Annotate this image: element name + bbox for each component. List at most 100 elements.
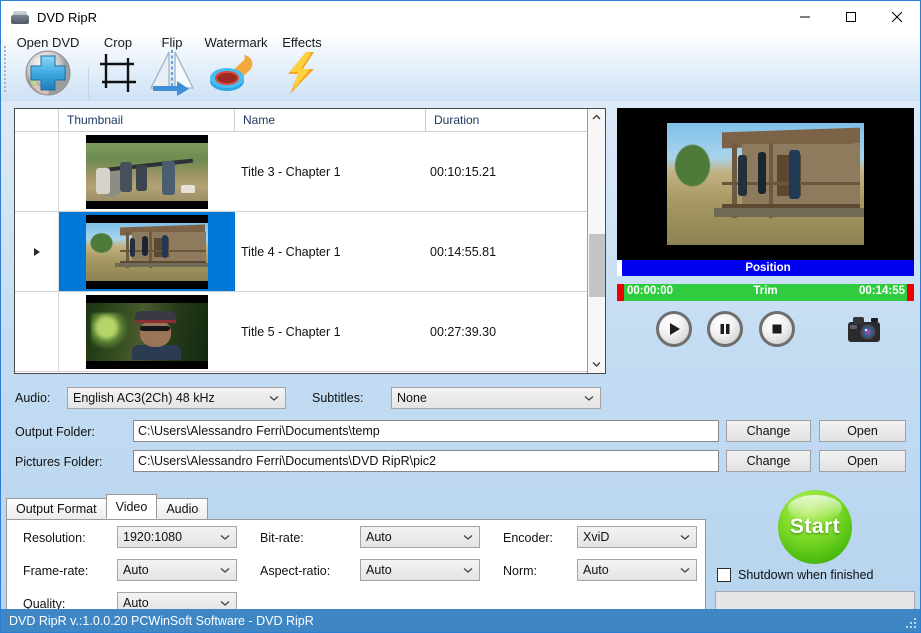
column-header-duration[interactable]: Duration xyxy=(426,109,589,131)
maximize-button[interactable] xyxy=(828,1,874,33)
window-controls xyxy=(782,1,920,33)
toolbar-grip[interactable] xyxy=(4,44,8,92)
row-thumbnail-cell xyxy=(59,212,235,291)
tab-video[interactable]: Video xyxy=(105,494,158,519)
row-marker-cell xyxy=(15,292,59,371)
scroll-down-button[interactable] xyxy=(588,356,605,373)
row-thumbnail-cell xyxy=(59,292,235,371)
pause-icon xyxy=(720,324,730,334)
title-bar: DVD RipR xyxy=(1,1,920,34)
tab-output-format[interactable]: Output Format xyxy=(6,498,107,519)
table-row[interactable]: Title 4 - Chapter 1 00:14:55.81 xyxy=(15,212,605,292)
position-slider[interactable]: Position xyxy=(617,260,914,276)
lightning-bolt-icon xyxy=(288,52,314,94)
scroll-up-button[interactable] xyxy=(588,109,605,126)
start-button[interactable]: Start xyxy=(778,490,852,564)
encoder-select[interactable]: XviD xyxy=(577,526,697,548)
pause-button[interactable] xyxy=(707,311,743,347)
chevron-down-icon xyxy=(592,362,601,367)
scrollbar-thumb[interactable] xyxy=(589,234,605,297)
column-header-thumbnail[interactable]: Thumbnail xyxy=(59,109,235,131)
toolbar-watermark[interactable]: Watermark xyxy=(199,34,273,101)
resize-grip-icon[interactable] xyxy=(904,616,916,628)
column-header-marker[interactable] xyxy=(15,109,59,131)
position-slider-label: Position xyxy=(622,260,914,276)
trim-end-time: 00:14:55 xyxy=(858,285,905,297)
play-button[interactable] xyxy=(656,311,692,347)
row-marker-cell xyxy=(15,132,59,211)
table-row[interactable]: Title 3 - Chapter 1 00:10:15.21 xyxy=(15,132,605,212)
stop-button[interactable] xyxy=(759,311,795,347)
tab-audio[interactable]: Audio xyxy=(156,498,209,519)
frame-rate-select[interactable]: Auto xyxy=(117,559,237,581)
window-title: DVD RipR xyxy=(37,10,97,25)
video-preview[interactable] xyxy=(617,108,914,260)
pictures-folder-input[interactable]: C:\Users\Alessandro Ferri\Documents\DVD … xyxy=(133,450,719,472)
toolbar-open-dvd[interactable]: Open DVD xyxy=(9,34,87,101)
crop-icon xyxy=(100,54,136,92)
quality-select-value: Auto xyxy=(123,596,149,610)
resolution-select[interactable]: 1920:1080 xyxy=(117,526,237,548)
chevron-up-icon xyxy=(592,114,601,120)
settings-tabs: Output Format Video Audio xyxy=(6,494,706,519)
table-row[interactable]: Title 5 - Chapter 1 00:27:39.30 xyxy=(15,292,605,372)
audio-select[interactable]: English AC3(2Ch) 48 kHz xyxy=(67,387,286,409)
minimize-button[interactable] xyxy=(782,1,828,33)
dvd-plus-icon xyxy=(25,50,71,96)
norm-select-value: Auto xyxy=(583,563,609,577)
shutdown-label: Shutdown when finished xyxy=(738,568,874,582)
status-bar: DVD RipR v.:1.0.0.20 PCWinSoft Software … xyxy=(1,609,920,632)
list-scrollbar[interactable] xyxy=(587,109,605,373)
row-duration: 00:27:39.30 xyxy=(430,324,497,339)
audio-label: Audio: xyxy=(15,391,51,405)
current-row-arrow-icon xyxy=(33,247,40,256)
flip-icon xyxy=(149,50,195,96)
status-bar-text: DVD RipR v.:1.0.0.20 PCWinSoft Software … xyxy=(9,613,314,628)
shutdown-checkbox[interactable] xyxy=(717,568,731,582)
output-folder-open-button[interactable]: Open xyxy=(819,420,906,442)
toolbar-effects[interactable]: Effects xyxy=(276,34,328,101)
start-button-label: Start xyxy=(789,515,841,538)
bit-rate-select[interactable]: Auto xyxy=(360,526,480,548)
audio-select-value: English AC3(2Ch) 48 kHz xyxy=(73,391,215,405)
aspect-ratio-select[interactable]: Auto xyxy=(360,559,480,581)
action-panel: Start Shutdown when finished xyxy=(712,490,920,611)
snapshot-button[interactable] xyxy=(844,313,884,345)
pictures-folder-open-button[interactable]: Open xyxy=(819,450,906,472)
close-button[interactable] xyxy=(874,1,920,33)
toolbar-flip[interactable]: Flip xyxy=(147,34,197,101)
norm-select[interactable]: Auto xyxy=(577,559,697,581)
shutdown-option[interactable]: Shutdown when finished xyxy=(717,568,874,582)
chevron-down-icon xyxy=(584,391,594,405)
camera-icon xyxy=(848,317,880,342)
video-settings-panel: Resolution: 1920:1080 Frame-rate: Auto Q… xyxy=(6,519,706,614)
chevron-down-icon xyxy=(680,530,690,544)
maximize-icon xyxy=(846,12,856,22)
encoder-select-value: XviD xyxy=(583,530,610,544)
toolbar-flip-label: Flip xyxy=(161,35,183,50)
pictures-folder-label: Pictures Folder: xyxy=(15,455,103,469)
resolution-label: Resolution: xyxy=(23,531,86,545)
subtitles-select[interactable]: None xyxy=(391,387,601,409)
minimize-icon xyxy=(800,16,810,18)
chevron-down-icon xyxy=(220,596,230,610)
preview-frame-image xyxy=(667,123,864,245)
toolbar: Open DVD Crop Flip Watermark Effects xyxy=(1,34,920,101)
subtitles-label: Subtitles: xyxy=(312,391,364,405)
close-icon xyxy=(891,11,903,23)
dvd-drive-icon xyxy=(11,10,29,25)
output-folder-label: Output Folder: xyxy=(15,425,95,439)
resolution-select-value: 1920:1080 xyxy=(123,530,183,544)
progress-bar xyxy=(715,591,915,611)
output-folder-input[interactable]: C:\Users\Alessandro Ferri\Documents\temp xyxy=(133,420,719,442)
pictures-folder-change-button[interactable]: Change xyxy=(726,450,811,472)
trim-slider[interactable]: 00:00:00 Trim 00:14:55 xyxy=(617,284,914,301)
column-header-name[interactable]: Name xyxy=(235,109,426,131)
chevron-down-icon xyxy=(220,530,230,544)
output-folder-change-button[interactable]: Change xyxy=(726,420,811,442)
row-name: Title 4 - Chapter 1 xyxy=(241,244,341,259)
aspect-ratio-select-value: Auto xyxy=(366,563,392,577)
frame-rate-label: Frame-rate: xyxy=(23,564,89,578)
thumbnail-image xyxy=(86,294,208,369)
toolbar-crop[interactable]: Crop xyxy=(96,34,140,101)
